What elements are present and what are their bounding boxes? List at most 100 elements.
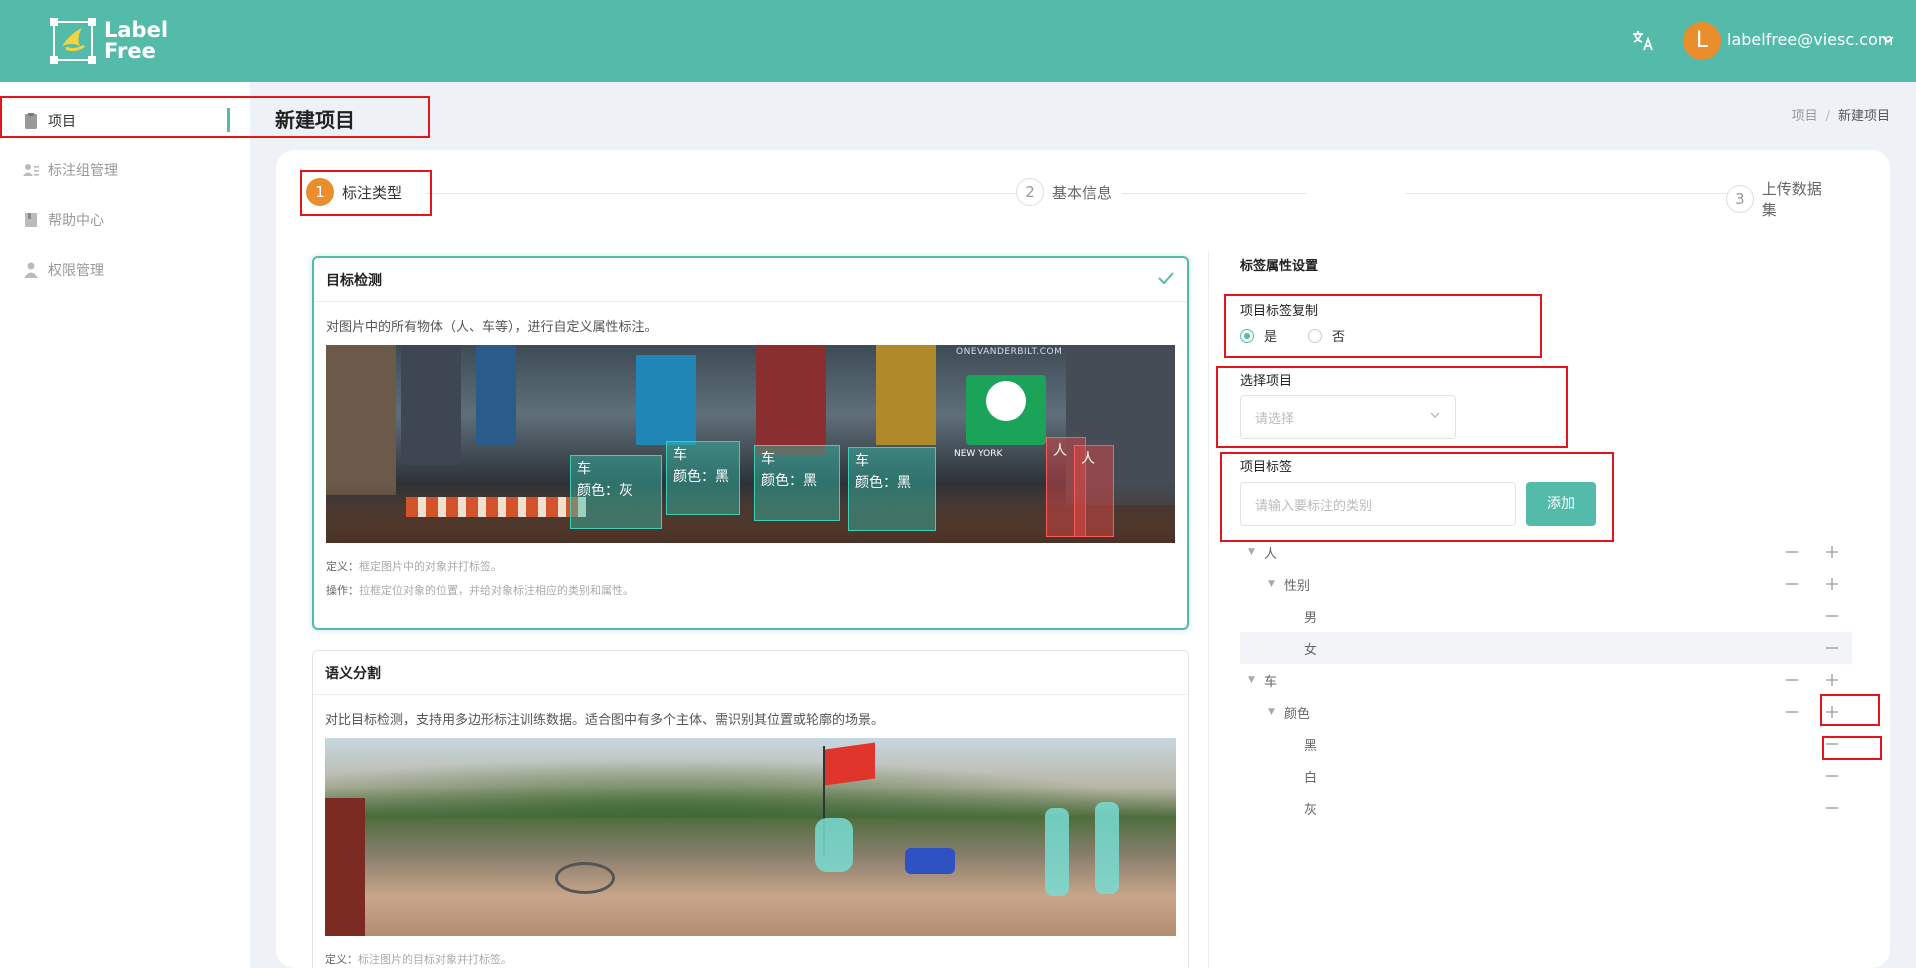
annotation-box: 车 颜色：黑: [848, 447, 936, 531]
segmented-object-shape: [905, 848, 955, 874]
user-icon: [22, 261, 40, 279]
step-2[interactable]: 2 基本信息: [1016, 178, 1123, 206]
building-shape: [756, 345, 826, 455]
tag-tree-row[interactable]: ▼ 性别: [1240, 568, 1852, 600]
highlight-box: [0, 96, 430, 138]
check-icon: [1157, 269, 1175, 291]
sidebar-item-label: 权限管理: [48, 263, 104, 279]
minus-icon[interactable]: [1772, 664, 1812, 696]
type-card-semantic-segmentation[interactable]: 语义分割 对比目标检测，支持用多边形标注训练数据。适合图中有多个主体、需识别其位…: [312, 650, 1189, 968]
book-icon: [22, 211, 40, 229]
annotation-title: 车: [761, 451, 775, 467]
tag-tree-actions: [1812, 792, 1852, 824]
tag-tree-row[interactable]: 黑: [1240, 728, 1852, 760]
barrier-shape: [406, 497, 586, 517]
group-icon: [22, 161, 40, 179]
operation-line: 操作：拉框定位对象的位置，并给对象标注相应的类别和属性。: [326, 579, 1175, 603]
annotation-title: 车: [673, 447, 687, 463]
sidebar-item-permissions[interactable]: 权限管理: [0, 247, 250, 293]
type-card-title: 语义分割: [325, 665, 381, 682]
chevron-down-icon[interactable]: [1881, 33, 1895, 47]
step-3[interactable]: 3 上传数据集: [1726, 178, 1846, 220]
breadcrumb: 项目 / 新建项目: [1792, 105, 1890, 124]
annotation-attr: 颜色：灰: [577, 483, 633, 499]
sidebar-item-label: 帮助中心: [48, 213, 104, 229]
plus-icon[interactable]: [1812, 664, 1852, 696]
segmented-person-shape: [815, 818, 853, 872]
type-card-description: 对比目标检测，支持用多边形标注训练数据。适合图中有多个主体、需识别其位置或轮廓的…: [325, 713, 885, 728]
step-label: 基本信息: [1052, 183, 1113, 202]
step-number: 3: [1726, 185, 1754, 213]
operation-label: 操作：: [326, 584, 359, 597]
caret-down-icon[interactable]: ▼: [1268, 579, 1278, 589]
building-shape: [476, 345, 516, 445]
minus-icon[interactable]: [1772, 568, 1812, 600]
user-email[interactable]: labelfree@viesc.com: [1727, 30, 1893, 49]
annotation-box: 车 颜色：黑: [666, 441, 740, 515]
tag-tree-actions: [1772, 536, 1852, 568]
sidebar-item-help-center[interactable]: 帮助中心: [0, 197, 250, 243]
sidebar-item-group-management[interactable]: 标注组管理: [0, 147, 250, 193]
segmented-person-shape: [1045, 808, 1069, 896]
plus-icon[interactable]: [1812, 568, 1852, 600]
sidebar: 项目 标注组管理 帮助中心 权限管理: [0, 82, 250, 968]
highlight-box: [1820, 694, 1880, 726]
definition-line: 定义：框定图片中的对象并打标签。: [326, 555, 1175, 579]
type-card-object-detection[interactable]: 目标检测 对图片中的所有物体（人、车等），进行自定义属性标注。 ONEVANDE…: [312, 256, 1189, 630]
caret-down-icon[interactable]: ▼: [1248, 675, 1258, 685]
tag-tree-label: 颜色: [1284, 706, 1311, 722]
segmentation-example-image: [325, 738, 1176, 936]
minus-icon[interactable]: [1772, 696, 1812, 728]
annotation-box: 车 颜色：黑: [754, 445, 840, 521]
definition-text: 标注图片的目标对象并打标签。: [358, 953, 512, 966]
tag-tree-actions: [1812, 600, 1852, 632]
annotation-title: 车: [577, 461, 591, 477]
tag-tree-row[interactable]: 女: [1240, 632, 1852, 664]
annotation-attr: 颜色：黑: [761, 473, 817, 489]
tag-tree-label: 人: [1264, 546, 1278, 562]
step-label: 上传数据集: [1761, 180, 1822, 219]
caret-down-icon[interactable]: ▼: [1248, 547, 1258, 557]
plus-icon[interactable]: [1812, 536, 1852, 568]
flag-shape: [825, 742, 875, 786]
tag-tree-row[interactable]: ▼ 颜色: [1240, 696, 1852, 728]
type-card-meta: 定义：标注图片的目标对象并打标签。: [313, 936, 1188, 968]
tag-tree-label: 黑: [1304, 738, 1318, 754]
user-avatar[interactable]: L: [1683, 22, 1721, 60]
minus-icon[interactable]: [1812, 792, 1852, 824]
tag-tree-row[interactable]: ▼ 车: [1240, 664, 1852, 696]
type-card-header: 语义分割: [313, 651, 1188, 695]
minus-icon[interactable]: [1812, 600, 1852, 632]
building-shape: [326, 345, 396, 495]
breadcrumb-item-current: 新建项目: [1837, 109, 1890, 124]
breadcrumb-item-projects[interactable]: 项目: [1792, 109, 1818, 124]
person-shape: [325, 798, 365, 936]
minus-icon[interactable]: [1812, 632, 1852, 664]
logo-line1: Label: [104, 18, 169, 42]
tag-tree-label: 女: [1304, 642, 1318, 658]
highlight-box: [1220, 452, 1614, 542]
annotation-box: 车 颜色：灰: [570, 455, 662, 529]
panel-divider: [1208, 252, 1209, 968]
app-logo[interactable]: Label Free: [48, 16, 168, 66]
caret-down-icon[interactable]: ▼: [1268, 707, 1278, 717]
tag-tree-row[interactable]: 白: [1240, 760, 1852, 792]
building-shape: [401, 345, 461, 465]
tag-tree-label: 白: [1304, 770, 1318, 786]
type-card-title: 目标检测: [326, 272, 382, 289]
annotation-attr: 颜色：黑: [855, 475, 911, 491]
tag-tree-row[interactable]: 灰: [1240, 792, 1852, 824]
highlight-box: [300, 170, 432, 216]
highlight-box: [1822, 736, 1882, 760]
minus-icon[interactable]: [1772, 536, 1812, 568]
tag-tree-label: 性别: [1284, 578, 1311, 594]
tag-tree-row[interactable]: 男: [1240, 600, 1852, 632]
tag-settings-title: 标签属性设置: [1240, 259, 1319, 274]
step-indicator: 1 标注类型 2 基本信息 3 上传数据集: [306, 178, 1846, 220]
cart-wheel-shape: [555, 862, 615, 894]
breadcrumb-separator: /: [1825, 109, 1830, 124]
translate-icon[interactable]: [1630, 28, 1656, 54]
building-shape: [876, 345, 936, 445]
minus-icon[interactable]: [1812, 760, 1852, 792]
detection-example-image: ONEVANDERBILT.COM NEW YORK 车 颜色：灰 车 颜色：黑…: [326, 345, 1175, 543]
